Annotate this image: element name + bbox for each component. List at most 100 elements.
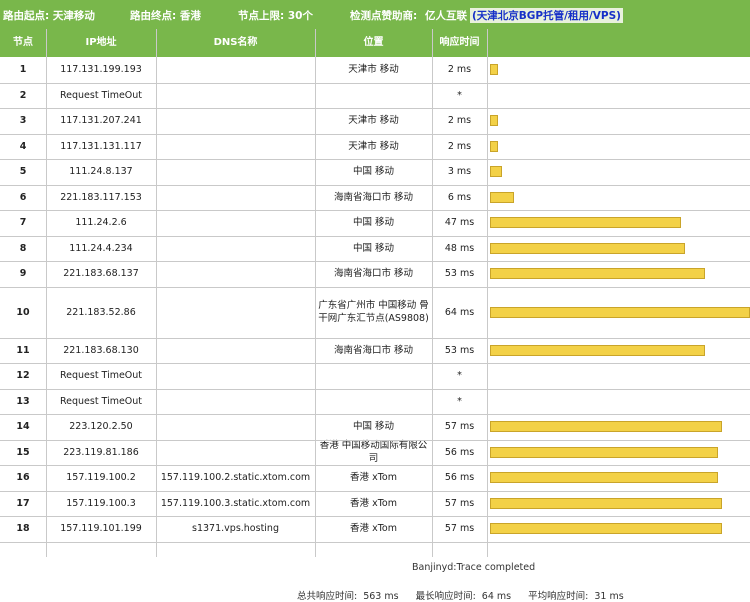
response-time-cell: 2 ms bbox=[447, 115, 472, 127]
table-row: 1 117.131.199.193 天津市 移动 2 ms bbox=[0, 57, 750, 83]
row-divider bbox=[0, 337, 750, 339]
dns-cell: 157.119.100.3.static.xtom.com bbox=[160, 497, 311, 509]
ip-cell: 221.183.68.130 bbox=[63, 344, 139, 356]
response-time-bar bbox=[490, 191, 515, 203]
table-row: 16 157.119.100.2 157.119.100.2.static.xtom… bbox=[0, 465, 750, 491]
location-cell: 广东省广州市 中国移动 骨干网广东汇节点(AS9808) bbox=[318, 300, 429, 324]
row-divider bbox=[0, 210, 750, 211]
response-time-bar bbox=[490, 472, 718, 484]
location-cell: 中国 移动 bbox=[352, 242, 395, 254]
response-time-cell: 6 ms bbox=[447, 191, 472, 203]
table-row: 10 221.183.52.86 广东省广州市 中国移动 骨干网广东汇节点(AS98… bbox=[0, 287, 750, 338]
hop-cell: 10 bbox=[16, 306, 30, 318]
location-cell: 香港 中国移动国际有限公司 bbox=[319, 440, 428, 465]
row-divider bbox=[0, 82, 750, 84]
location-cell bbox=[315, 83, 432, 109]
dns-cell bbox=[156, 159, 315, 185]
table-row: 17 157.119.100.3 157.119.100.3.static.xtom… bbox=[0, 491, 750, 517]
trace-status: Banjinyd:Trace completed bbox=[412, 562, 536, 573]
response-time-cell: * bbox=[457, 89, 462, 101]
row-divider bbox=[0, 108, 750, 109]
ip-cell: 111.24.8.137 bbox=[69, 166, 133, 178]
response-time-cell: 3 ms bbox=[447, 166, 472, 178]
row-divider bbox=[0, 133, 750, 135]
response-time-cell: 57 ms bbox=[444, 421, 475, 433]
ip-cell: 223.119.81.186 bbox=[63, 446, 139, 458]
dns-cell bbox=[156, 261, 315, 287]
hop-cell: 13 bbox=[16, 395, 30, 407]
location-cell: 中国 移动 bbox=[352, 421, 395, 433]
total-time-label: 总共响应时间: bbox=[297, 591, 358, 602]
ip-cell: 117.131.131.117 bbox=[60, 140, 142, 152]
table-row: 7 111.24.2.6 中国 移动 47 ms bbox=[0, 210, 750, 236]
table-row: 11 221.183.68.130 海南省海口市 移动 53 ms bbox=[0, 338, 750, 364]
response-time-cell: 53 ms bbox=[444, 268, 475, 280]
location-cell: 中国 移动 bbox=[352, 166, 395, 178]
row-divider bbox=[0, 439, 750, 441]
table-row: 3 117.131.207.241 天津市 移动 2 ms bbox=[0, 108, 750, 134]
table-row: 5 111.24.8.137 中国 移动 3 ms bbox=[0, 159, 750, 185]
response-time-cell: 47 ms bbox=[444, 217, 475, 229]
ip-cell: Request TimeOut bbox=[59, 395, 143, 407]
hop-cell: 12 bbox=[16, 370, 30, 382]
response-time-bar bbox=[490, 64, 499, 76]
col-ip: IP地址 bbox=[85, 37, 117, 48]
dns-cell bbox=[156, 236, 315, 262]
hop-cell: 11 bbox=[16, 344, 30, 356]
response-time-cell: 53 ms bbox=[444, 344, 475, 356]
location-cell: 天津市 移动 bbox=[348, 115, 399, 127]
col-hop: 节点 bbox=[13, 37, 33, 48]
response-time-bar bbox=[490, 306, 750, 318]
response-time-bar bbox=[490, 166, 503, 178]
table-row: 2 Request TimeOut * bbox=[0, 83, 750, 109]
dns-cell bbox=[156, 389, 315, 415]
row-divider bbox=[0, 516, 750, 517]
avg-time-value: 31 ms bbox=[594, 591, 624, 602]
response-time-cell: 48 ms bbox=[444, 242, 475, 254]
sponsor-label: 检测点赞助商: bbox=[350, 10, 418, 22]
response-time-bar bbox=[490, 523, 722, 535]
sponsor-detail-link[interactable]: (天津北京BGP托管/租用/VPS) bbox=[470, 8, 623, 23]
sponsor-link[interactable]: 亿人互联 bbox=[425, 8, 467, 23]
table-row: 13 Request TimeOut * bbox=[0, 389, 750, 415]
dns-cell bbox=[156, 287, 315, 338]
hop-cell: 16 bbox=[16, 472, 30, 484]
table-row: 18 157.119.101.199 s1371.vps.hosting 香港 xTo… bbox=[0, 516, 750, 542]
row-divider bbox=[0, 184, 750, 186]
ip-cell: Request TimeOut bbox=[59, 89, 143, 101]
hop-cell: 5 bbox=[19, 166, 27, 178]
route-origin: 路由起点: 天津移动 bbox=[3, 10, 95, 22]
hop-cell: 8 bbox=[19, 242, 27, 254]
ip-cell: Request TimeOut bbox=[59, 370, 143, 382]
location-cell: 天津市 移动 bbox=[348, 64, 399, 76]
ip-cell: 111.24.4.234 bbox=[69, 242, 133, 254]
dns-cell bbox=[156, 363, 315, 389]
location-cell: 中国 移动 bbox=[352, 217, 395, 229]
response-time-cell: * bbox=[457, 370, 462, 382]
hop-cell: 17 bbox=[16, 497, 30, 509]
ip-cell: 117.131.199.193 bbox=[60, 64, 142, 76]
response-time-cell: * bbox=[457, 395, 462, 407]
location-cell bbox=[315, 363, 432, 389]
row-divider bbox=[0, 414, 750, 415]
hop-cell: 3 bbox=[19, 115, 27, 127]
ip-cell: 221.183.117.153 bbox=[60, 191, 142, 203]
ip-cell: 157.119.100.3 bbox=[66, 497, 136, 509]
hop-cell: 2 bbox=[19, 89, 27, 101]
table-row: 4 117.131.131.117 天津市 移动 2 ms bbox=[0, 134, 750, 160]
max-time-label: 最长响应时间: bbox=[415, 591, 476, 602]
location-cell: 海南省海口市 移动 bbox=[333, 344, 414, 356]
location-cell: 香港 xTom bbox=[350, 523, 397, 535]
table-row: 15 223.119.81.186 香港 中国移动国际有限公司 56 ms bbox=[0, 440, 750, 466]
dns-cell bbox=[156, 108, 315, 134]
ip-cell: 221.183.52.86 bbox=[66, 306, 136, 318]
location-cell: 天津市 移动 bbox=[348, 140, 399, 152]
dns-cell bbox=[156, 57, 315, 83]
route-destination: 路由终点: 香港 bbox=[130, 10, 201, 22]
response-time-bar bbox=[490, 446, 718, 458]
response-time-bar bbox=[490, 242, 685, 254]
row-divider bbox=[0, 541, 750, 543]
dns-cell bbox=[156, 83, 315, 109]
table-row: 9 221.183.68.137 海南省海口市 移动 53 ms bbox=[0, 261, 750, 287]
hop-cell: 6 bbox=[19, 191, 27, 203]
